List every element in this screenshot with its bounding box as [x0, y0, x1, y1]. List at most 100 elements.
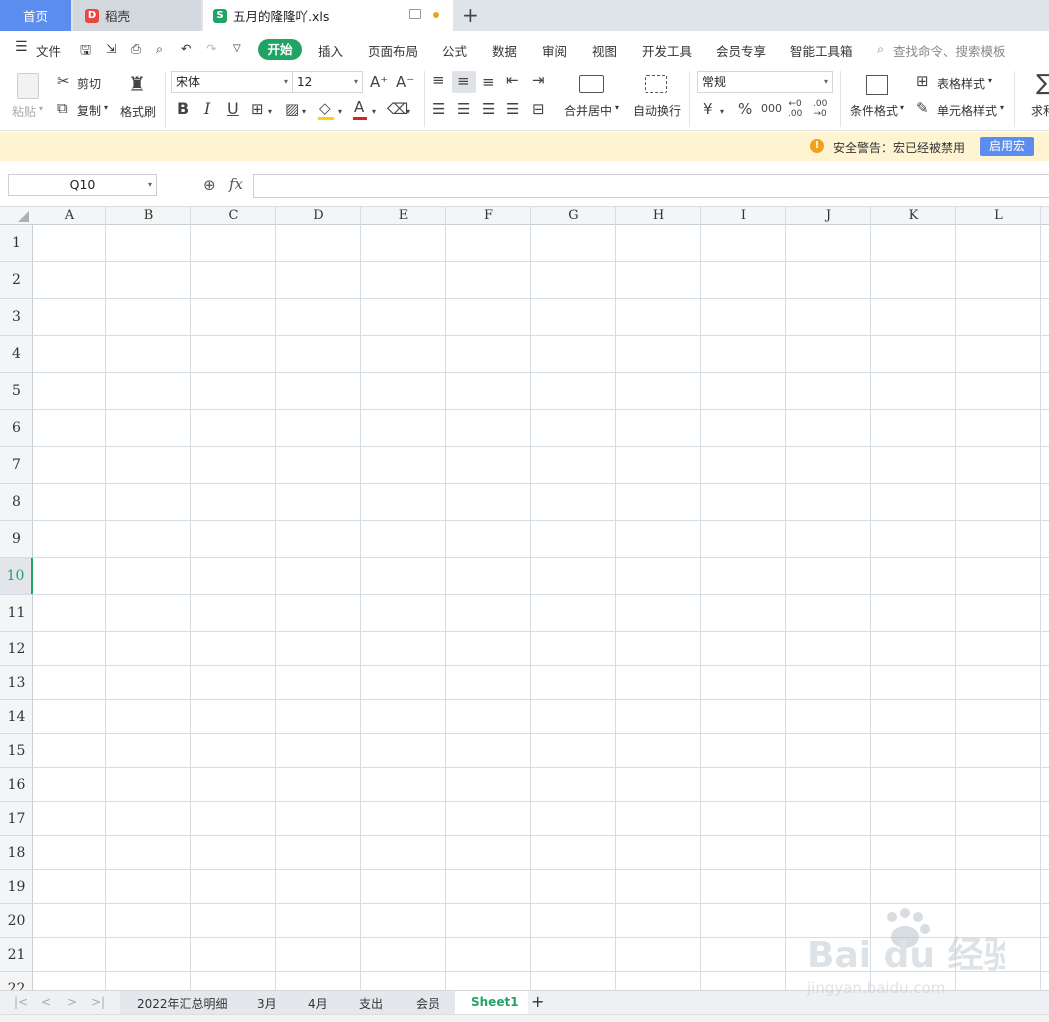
align-bottom-icon[interactable]: ≡ [482, 74, 495, 90]
number-format-select[interactable]: 常规 ▾ [697, 71, 833, 93]
merge-dropdown-icon[interactable]: ▾ [615, 103, 619, 112]
print-preview-icon[interactable]: ⌕ [156, 41, 163, 57]
quick-access-dropdown-icon[interactable]: ▽ [233, 43, 241, 54]
row-header-7[interactable]: 7 [0, 447, 33, 484]
row-header-14[interactable]: 14 [0, 700, 33, 734]
wrap-text-button[interactable]: 自动换行 [633, 102, 681, 119]
pattern-dropdown-icon[interactable]: ▾ [302, 104, 306, 120]
row-header-5[interactable]: 5 [0, 373, 33, 410]
row-header-21[interactable]: 21 [0, 938, 33, 972]
cut-button[interactable]: 剪切 [77, 75, 101, 92]
cell-pattern-icon[interactable]: ▨ [285, 101, 299, 117]
menu-file[interactable]: 文件 [36, 41, 61, 60]
export-icon[interactable]: ⇲ [106, 41, 116, 56]
row-header-19[interactable]: 19 [0, 870, 33, 904]
sheet-tab-sheet1[interactable]: Sheet1 [471, 995, 519, 1009]
cond-format-dropdown-icon[interactable]: ▾ [900, 103, 904, 112]
formula-input[interactable] [253, 174, 1049, 198]
prev-sheet-icon[interactable]: < [41, 995, 51, 1009]
row-header-18[interactable]: 18 [0, 836, 33, 870]
row-header-3[interactable]: 3 [0, 299, 33, 336]
tab-document[interactable]: S 五月的隆隆吖.xls [203, 0, 453, 31]
zoom-icon[interactable]: ⊕ [203, 176, 216, 194]
command-search-input[interactable]: 查找命令、搜索模板 [893, 41, 1006, 60]
table-style-dropdown-icon[interactable]: ▾ [988, 76, 992, 85]
add-sheet-button[interactable]: + [531, 992, 544, 1011]
align-left-icon[interactable]: ☰ [432, 101, 445, 117]
row-header-20[interactable]: 20 [0, 904, 33, 938]
decimal-decrease-icon[interactable]: .00 →0 [813, 99, 827, 119]
menu-start[interactable]: 开始 [258, 39, 302, 60]
fill-dropdown-icon[interactable]: ▾ [338, 104, 342, 120]
column-header-k[interactable]: K [871, 207, 956, 225]
row-header-6[interactable]: 6 [0, 410, 33, 447]
menu-review[interactable]: 审阅 [542, 41, 567, 60]
font-size-select[interactable]: 12 ▾ [292, 71, 363, 93]
tab-daoke[interactable]: D 稻壳 [73, 0, 201, 31]
menu-member[interactable]: 会员专享 [716, 41, 766, 60]
column-header-b[interactable]: B [106, 207, 191, 225]
row-header-13[interactable]: 13 [0, 666, 33, 700]
underline-button[interactable]: U [227, 101, 239, 117]
justify-icon[interactable]: ☰ [506, 101, 519, 117]
column-header-g[interactable]: G [531, 207, 616, 225]
conditional-format-button[interactable]: 条件格式 [850, 102, 898, 119]
cell-style-button[interactable]: 单元格样式 [937, 102, 997, 119]
tab-home[interactable]: 首页 [0, 0, 71, 31]
format-painter-button[interactable]: 格式刷 [120, 103, 156, 120]
fx-button[interactable]: fx [229, 175, 243, 193]
row-header-1[interactable]: 1 [0, 225, 33, 262]
decrease-font-icon[interactable]: A⁻ [396, 74, 414, 90]
paste-icon[interactable] [17, 73, 39, 99]
font-color-icon[interactable]: A [354, 99, 364, 115]
menu-page-layout[interactable]: 页面布局 [368, 41, 418, 60]
menu-data[interactable]: 数据 [492, 41, 517, 60]
sheet-tab-march[interactable]: 3月 [257, 995, 277, 1012]
borders-icon[interactable]: ⊞ [251, 101, 264, 117]
column-header-i[interactable]: I [701, 207, 786, 225]
fill-color-icon[interactable]: ◇ [319, 100, 331, 116]
name-box[interactable]: Q10 ▾ [8, 174, 157, 196]
indent-increase-icon[interactable]: ⇥ [532, 72, 545, 88]
row-header-8[interactable]: 8 [0, 484, 33, 521]
row-header-22[interactable]: 22 [0, 972, 33, 990]
first-sheet-icon[interactable]: |< [14, 995, 28, 1009]
save-icon[interactable]: 🖫 [80, 41, 91, 63]
cell-style-dropdown-icon[interactable]: ▾ [1000, 103, 1004, 112]
menu-formula[interactable]: 公式 [442, 41, 467, 60]
menu-insert[interactable]: 插入 [318, 41, 343, 60]
monitor-icon[interactable] [409, 9, 421, 19]
align-top-icon[interactable]: ≡ [432, 72, 445, 88]
copy-dropdown-icon[interactable]: ▾ [104, 103, 108, 112]
print-icon[interactable]: ⎙ [131, 41, 141, 57]
undo-icon[interactable]: ↶ [181, 41, 191, 56]
font-family-select[interactable]: 宋体 ▾ [171, 71, 293, 93]
thousands-button[interactable]: 000 [761, 101, 782, 117]
borders-dropdown-icon[interactable]: ▾ [268, 104, 272, 120]
menu-view[interactable]: 视图 [592, 41, 617, 60]
menu-smart-tools[interactable]: 智能工具箱 [790, 41, 853, 60]
currency-dropdown-icon[interactable]: ▾ [720, 104, 724, 120]
hamburger-icon[interactable]: ☰ [15, 39, 28, 55]
sheet-tab-member[interactable]: 会员 [416, 995, 440, 1012]
table-style-button[interactable]: 表格样式 [937, 75, 985, 92]
font-color-dropdown-icon[interactable]: ▾ [372, 104, 376, 120]
row-header-2[interactable]: 2 [0, 262, 33, 299]
copy-button[interactable]: 复制 [77, 102, 101, 119]
sheet-tab-expense[interactable]: 支出 [359, 995, 383, 1012]
column-header-f[interactable]: F [446, 207, 531, 225]
new-tab-button[interactable]: + [462, 3, 479, 27]
distribute-icon[interactable]: ⊟ [532, 101, 545, 117]
percent-button[interactable]: % [738, 101, 752, 117]
merge-center-button[interactable]: 合并居中 [564, 102, 612, 119]
column-header-j[interactable]: J [786, 207, 871, 225]
last-sheet-icon[interactable]: >| [91, 995, 105, 1009]
menu-developer[interactable]: 开发工具 [642, 41, 692, 60]
increase-font-icon[interactable]: A⁺ [370, 74, 388, 90]
column-header-h[interactable]: H [616, 207, 701, 225]
row-header-10[interactable]: 10 [0, 558, 33, 595]
indent-decrease-icon[interactable]: ⇤ [506, 72, 519, 88]
enable-macro-button[interactable]: 启用宏 [980, 137, 1034, 156]
row-header-9[interactable]: 9 [0, 521, 33, 558]
row-header-17[interactable]: 17 [0, 802, 33, 836]
